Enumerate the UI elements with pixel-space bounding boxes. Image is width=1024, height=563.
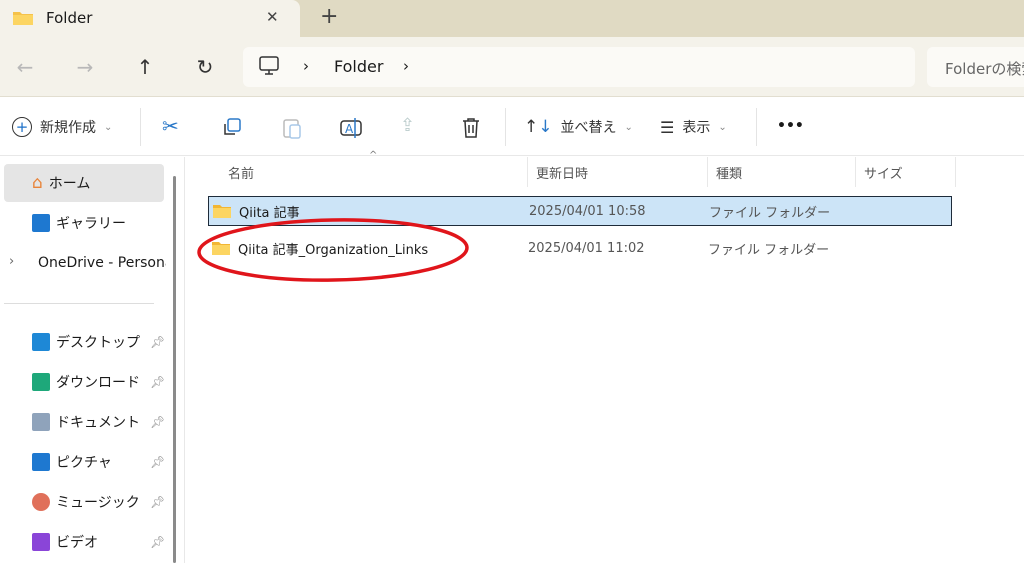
download-icon xyxy=(32,373,50,391)
new-tab-button[interactable]: + xyxy=(320,4,338,29)
pin-icon[interactable]: 📌︎ xyxy=(150,535,165,549)
delete-icon[interactable] xyxy=(461,117,481,139)
chevron-down-icon: ⌄ xyxy=(624,121,633,133)
sidebar-item-label: ギャラリー xyxy=(56,216,126,232)
divider xyxy=(4,303,154,304)
chevron-down-icon: ⌄ xyxy=(718,121,727,133)
breadcrumb-folder[interactable]: Folder xyxy=(334,57,383,76)
view-button[interactable]: ☰ 表示 ⌄ xyxy=(660,117,727,137)
tab-title: Folder xyxy=(46,9,93,27)
chevron-right-icon: › xyxy=(303,57,309,75)
command-bar xyxy=(0,98,1024,156)
paste-icon[interactable] xyxy=(281,117,303,139)
forward-button[interactable]: → xyxy=(70,52,100,82)
close-tab-icon[interactable]: ✕ xyxy=(266,8,279,26)
cut-icon[interactable]: ✂ xyxy=(162,114,179,138)
video-icon xyxy=(32,533,50,551)
sidebar-item-onedrive[interactable]: OneDrive - Personal xyxy=(4,244,166,282)
sort-icon: ↑↓ xyxy=(524,117,553,137)
sidebar-scrollbar[interactable] xyxy=(173,176,176,563)
sidebar-item-label: ドキュメント xyxy=(56,415,140,431)
sidebar-item-document[interactable]: ドキュメント 📌︎ xyxy=(4,403,165,441)
sidebar-item-video[interactable]: ビデオ 📌︎ xyxy=(4,523,165,561)
home-icon: ⌂ xyxy=(32,173,43,193)
sidebar-item-label: ピクチャ xyxy=(56,455,112,471)
sidebar-item-label: ビデオ xyxy=(56,535,98,551)
document-icon xyxy=(32,413,50,431)
plus-circle-icon: + xyxy=(12,117,32,137)
desktop-icon xyxy=(32,333,50,351)
file-type: ファイル フォルダー xyxy=(708,242,830,258)
refresh-button[interactable]: ↻ xyxy=(190,52,220,82)
tab-folder[interactable]: Folder ✕ xyxy=(0,0,300,37)
more-options-button[interactable]: ••• xyxy=(777,118,804,134)
sidebar-item-home[interactable]: ⌂ ホーム xyxy=(4,164,164,202)
sidebar-item-label: ホーム xyxy=(48,176,91,192)
pin-icon[interactable]: 📌︎ xyxy=(150,455,165,469)
up-button[interactable]: ↑ xyxy=(130,52,160,82)
sidebar-item-label: ミュージック xyxy=(56,495,140,511)
view-label: 表示 xyxy=(682,120,711,136)
address-bar[interactable]: › Folder › xyxy=(243,47,915,87)
file-modified: 2025/04/01 10:58 xyxy=(529,203,646,219)
column-header-size[interactable]: サイズ xyxy=(856,157,956,187)
back-button[interactable]: ← xyxy=(10,52,40,82)
sidebar-item-gallery[interactable]: ギャラリー xyxy=(4,204,164,242)
gallery-icon xyxy=(32,214,50,232)
chevron-down-icon: ⌄ xyxy=(104,121,113,133)
pin-icon[interactable]: 📌︎ xyxy=(150,415,165,429)
sidebar-item-pictures[interactable]: ピクチャ 📌︎ xyxy=(4,443,165,481)
sort-button[interactable]: ↑↓ 並べ替え ⌄ xyxy=(524,117,633,137)
new-label: 新規作成 xyxy=(40,120,96,136)
sidebar-item-download[interactable]: ダウンロード 📌︎ xyxy=(4,363,165,401)
search-input[interactable]: Folderの検索 xyxy=(927,47,1024,87)
sidebar-item-desktop[interactable]: デスクトップ 📌︎ xyxy=(4,323,165,361)
pin-icon[interactable]: 📌︎ xyxy=(150,495,165,509)
annotation-ellipse xyxy=(197,218,469,282)
rename-icon[interactable]: A xyxy=(339,116,363,140)
computer-icon xyxy=(259,56,279,75)
column-header-name[interactable]: 名前 xyxy=(220,157,528,187)
sidebar-item-music[interactable]: ミュージック 📌︎ xyxy=(4,483,165,521)
file-modified: 2025/04/01 11:02 xyxy=(528,240,645,256)
svg-text:A: A xyxy=(345,122,354,136)
file-type: ファイル フォルダー xyxy=(709,205,831,221)
pin-icon[interactable]: 📌︎ xyxy=(150,335,165,349)
pane-divider[interactable] xyxy=(184,157,185,563)
copy-icon[interactable] xyxy=(221,117,243,139)
navigation-pane: ⌂ ホーム ギャラリー › OneDrive - Personal デスクトップ 📌… xyxy=(0,157,186,563)
sidebar-item-label: OneDrive - Personal xyxy=(38,255,166,271)
new-button[interactable]: + 新規作成 ⌄ xyxy=(12,117,112,137)
music-icon xyxy=(32,493,50,511)
share-icon[interactable]: ⇪ xyxy=(400,115,415,136)
folder-icon xyxy=(13,12,33,25)
column-header-type[interactable]: 種類 xyxy=(708,157,856,187)
sidebar-item-label: デスクトップ xyxy=(56,335,140,351)
column-header-modified[interactable]: 更新日時 xyxy=(528,157,708,187)
pin-icon[interactable]: 📌︎ xyxy=(150,375,165,389)
chevron-right-icon[interactable]: › xyxy=(403,57,409,75)
list-view-icon: ☰ xyxy=(660,117,675,137)
sidebar-item-label: ダウンロード xyxy=(56,375,140,391)
pictures-icon xyxy=(32,453,50,471)
sort-label: 並べ替え xyxy=(560,120,617,136)
